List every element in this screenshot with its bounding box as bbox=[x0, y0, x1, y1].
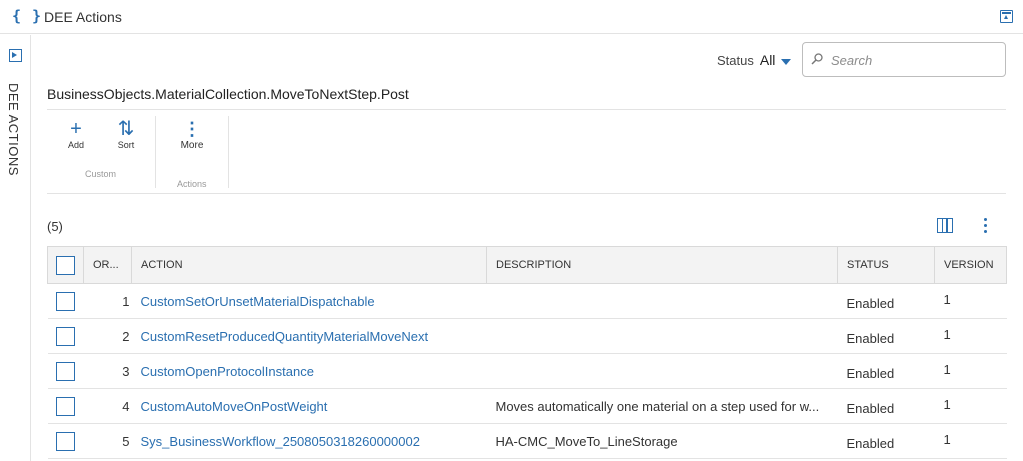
actions-group-label: Actions bbox=[177, 179, 207, 189]
column-header-status[interactable]: STATUS bbox=[837, 246, 935, 284]
row-count: (5) bbox=[47, 219, 63, 234]
table-header-row: OR... ACTION DESCRIPTION STATUS VERSION bbox=[47, 246, 1007, 284]
side-rail: DEE ACTIONS bbox=[0, 35, 31, 461]
status-filter[interactable]: Status All bbox=[717, 52, 792, 68]
chevron-down-icon[interactable] bbox=[781, 58, 792, 65]
more-button-label: More bbox=[180, 140, 204, 151]
row-select-cell bbox=[47, 318, 84, 354]
maximize-icon[interactable] bbox=[1000, 10, 1013, 23]
column-header-description[interactable]: DESCRIPTION bbox=[486, 246, 838, 284]
custom-group-label: Custom bbox=[85, 169, 117, 179]
sort-icon: ⇅ bbox=[117, 118, 135, 140]
actions-table: OR... ACTION DESCRIPTION STATUS VERSION … bbox=[47, 246, 1007, 459]
order-cell: 4 bbox=[83, 388, 132, 424]
toolbar: + Add ⇅ Sort Custom ⋮ More Actions bbox=[47, 109, 1006, 194]
row-checkbox[interactable] bbox=[55, 326, 75, 346]
action-cell: Sys_BusinessWorkflow_2508050318260000002 bbox=[131, 423, 487, 459]
row-select-cell bbox=[47, 353, 84, 389]
action-link[interactable]: CustomAutoMoveOnPostWeight bbox=[141, 399, 328, 414]
action-cell: CustomOpenProtocolInstance bbox=[131, 353, 487, 389]
table-row[interactable]: 5 Sys_BusinessWorkflow_250805031826000000… bbox=[47, 423, 1007, 459]
column-header-order[interactable]: OR... bbox=[83, 246, 132, 284]
action-cell: CustomResetProducedQuantityMaterialMoveN… bbox=[131, 318, 487, 354]
select-all-checkbox[interactable] bbox=[56, 255, 75, 275]
description-cell: HA-CMC_MoveTo_LineStorage bbox=[486, 423, 838, 459]
row-checkbox[interactable] bbox=[55, 361, 75, 381]
row-checkbox[interactable] bbox=[55, 291, 75, 311]
column-header-action[interactable]: ACTION bbox=[131, 246, 487, 284]
app-title: DEE Actions bbox=[44, 9, 122, 25]
description-cell: Moves automatically one material on a st… bbox=[486, 388, 838, 424]
page-title: BusinessObjects.MaterialCollection.MoveT… bbox=[47, 86, 409, 102]
status-cell: Enabled bbox=[837, 423, 935, 459]
toolbar-divider bbox=[155, 116, 156, 188]
add-button-label: Add bbox=[67, 140, 84, 150]
description-cell bbox=[486, 353, 838, 389]
more-button[interactable]: ⋮ More bbox=[175, 118, 209, 151]
search-box[interactable] bbox=[802, 42, 1006, 77]
order-cell: 2 bbox=[83, 318, 132, 354]
action-link[interactable]: Sys_BusinessWorkflow_2508050318260000002 bbox=[141, 434, 420, 449]
version-cell: 1 bbox=[934, 318, 1007, 354]
row-checkbox[interactable] bbox=[55, 396, 75, 416]
action-link[interactable]: CustomOpenProtocolInstance bbox=[141, 364, 314, 379]
add-button[interactable]: + Add bbox=[61, 118, 91, 150]
rail-label[interactable]: DEE ACTIONS bbox=[6, 83, 21, 176]
search-icon bbox=[811, 53, 823, 65]
order-cell: 5 bbox=[83, 423, 132, 459]
table-row[interactable]: 3 CustomOpenProtocolInstance Enabled 1 bbox=[47, 353, 1007, 389]
title-bar: { } DEE Actions bbox=[0, 0, 1023, 34]
grid-options-icon[interactable] bbox=[984, 218, 988, 234]
version-cell: 1 bbox=[934, 388, 1007, 424]
status-value[interactable]: All bbox=[760, 52, 776, 68]
plus-icon: + bbox=[70, 118, 82, 140]
status-label: Status bbox=[717, 53, 754, 68]
action-cell: CustomSetOrUnsetMaterialDispatchable bbox=[131, 283, 487, 319]
status-cell: Enabled bbox=[837, 283, 935, 319]
expand-panel-icon[interactable] bbox=[9, 49, 22, 62]
row-select-cell bbox=[47, 283, 84, 319]
kebab-icon: ⋮ bbox=[183, 119, 201, 139]
table-row[interactable]: 4 CustomAutoMoveOnPostWeight Moves automat… bbox=[47, 388, 1007, 424]
status-cell: Enabled bbox=[837, 388, 935, 424]
row-select-cell bbox=[47, 423, 84, 459]
version-cell: 1 bbox=[934, 353, 1007, 389]
table-row[interactable]: 1 CustomSetOrUnsetMaterialDispatchable Ena… bbox=[47, 283, 1007, 319]
version-cell: 1 bbox=[934, 283, 1007, 319]
description-cell bbox=[486, 283, 838, 319]
row-select-cell bbox=[47, 388, 84, 424]
action-cell: CustomAutoMoveOnPostWeight bbox=[131, 388, 487, 424]
action-link[interactable]: CustomSetOrUnsetMaterialDispatchable bbox=[141, 294, 375, 309]
search-input[interactable] bbox=[831, 51, 999, 69]
status-cell: Enabled bbox=[837, 318, 935, 354]
status-cell: Enabled bbox=[837, 353, 935, 389]
order-cell: 3 bbox=[83, 353, 132, 389]
table-row[interactable]: 2 CustomResetProducedQuantityMaterialMove… bbox=[47, 318, 1007, 354]
toolbar-divider bbox=[228, 116, 229, 188]
row-checkbox[interactable] bbox=[55, 431, 75, 451]
order-cell: 1 bbox=[83, 283, 132, 319]
curly-braces-icon: { } bbox=[12, 7, 43, 25]
select-all-cell bbox=[47, 246, 84, 284]
description-cell bbox=[486, 318, 838, 354]
version-cell: 1 bbox=[934, 423, 1007, 459]
sort-button[interactable]: ⇅ Sort bbox=[111, 118, 141, 150]
column-header-version[interactable]: VERSION bbox=[934, 246, 1007, 284]
sort-button-label: Sort bbox=[117, 140, 135, 150]
columns-icon[interactable] bbox=[937, 218, 953, 233]
action-link[interactable]: CustomResetProducedQuantityMaterialMoveN… bbox=[141, 329, 429, 344]
